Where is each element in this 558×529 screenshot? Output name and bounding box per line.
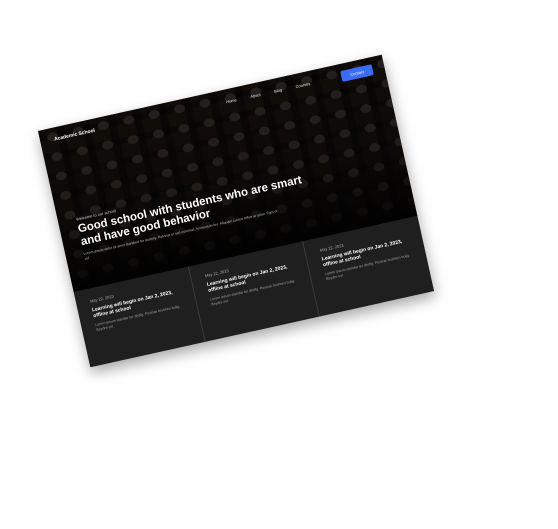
- nav-link-about[interactable]: About: [250, 92, 261, 99]
- website-mockup-card: Academic School Home About Blog Courses …: [37, 54, 435, 368]
- nav-link-courses[interactable]: Courses: [295, 81, 311, 89]
- nav-link-home[interactable]: Home: [226, 97, 238, 104]
- contact-button[interactable]: Contact: [340, 64, 374, 82]
- brand-logo[interactable]: Academic School: [54, 128, 96, 143]
- nav-link-blog[interactable]: Blog: [274, 87, 283, 94]
